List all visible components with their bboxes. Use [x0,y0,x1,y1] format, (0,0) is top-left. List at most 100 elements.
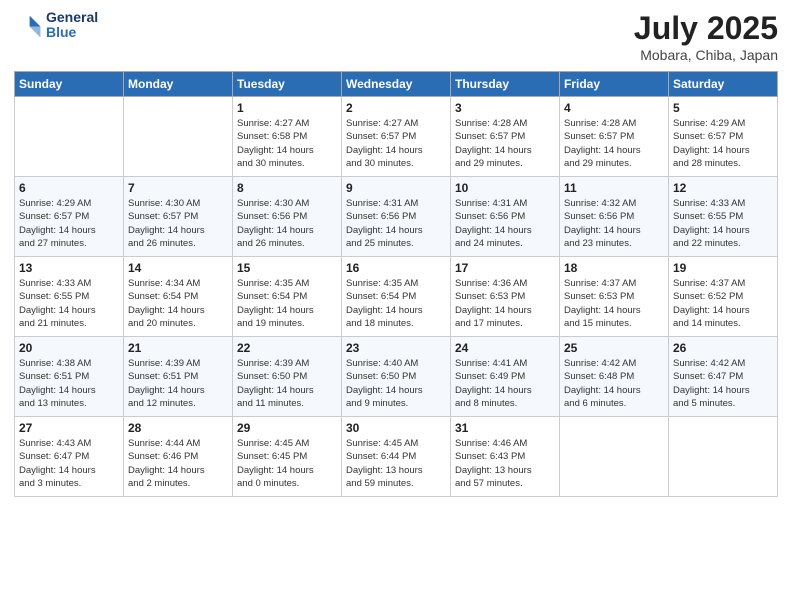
calendar-cell: 12Sunrise: 4:33 AM Sunset: 6:55 PM Dayli… [669,177,778,257]
calendar-cell: 10Sunrise: 4:31 AM Sunset: 6:56 PM Dayli… [451,177,560,257]
day-info: Sunrise: 4:36 AM Sunset: 6:53 PM Dayligh… [455,277,555,330]
weekday-sunday: Sunday [15,72,124,97]
calendar-cell: 23Sunrise: 4:40 AM Sunset: 6:50 PM Dayli… [342,337,451,417]
day-number: 5 [673,101,773,115]
calendar-cell: 29 Sunrise: 4:45 AM Sunset: 6:45 PM Dayli… [233,417,342,497]
day-info: Sunrise: 4:46 AM Sunset: 6:43 PM Dayligh… [455,437,555,490]
weekday-monday: Monday [124,72,233,97]
day-number: 15 [237,261,337,275]
day-info: Sunrise: 4:39 AM Sunset: 6:51 PM Dayligh… [128,357,228,410]
day-number: 14 [128,261,228,275]
day-number: 29 [237,421,337,435]
day-info: Sunrise: 4:30 AM Sunset: 6:57 PM Dayligh… [128,197,228,250]
calendar-cell: 20 Sunrise: 4:38 AM Sunset: 6:51 PM Dayli… [15,337,124,417]
calendar-cell: 16Sunrise: 4:35 AM Sunset: 6:54 PM Dayli… [342,257,451,337]
day-number: 19 [673,261,773,275]
logo-text: General Blue [46,10,98,41]
calendar-cell: 15 Sunrise: 4:35 AM Sunset: 6:54 PM Dayli… [233,257,342,337]
day-number: 6 [19,181,119,195]
week-row-5: 27 Sunrise: 4:43 AM Sunset: 6:47 PM Dayli… [15,417,778,497]
day-info: Sunrise: 4:39 AM Sunset: 6:50 PM Dayligh… [237,357,337,410]
weekday-header-row: SundayMondayTuesdayWednesdayThursdayFrid… [15,72,778,97]
day-info: Sunrise: 4:34 AM Sunset: 6:54 PM Dayligh… [128,277,228,330]
day-info: Sunrise: 4:35 AM Sunset: 6:54 PM Dayligh… [237,277,337,330]
calendar-cell: 8 Sunrise: 4:30 AM Sunset: 6:56 PM Daylig… [233,177,342,257]
calendar-cell: 24Sunrise: 4:41 AM Sunset: 6:49 PM Dayli… [451,337,560,417]
day-info: Sunrise: 4:30 AM Sunset: 6:56 PM Dayligh… [237,197,337,250]
day-info: Sunrise: 4:31 AM Sunset: 6:56 PM Dayligh… [455,197,555,250]
day-number: 13 [19,261,119,275]
title-block: July 2025 Mobara, Chiba, Japan [634,10,778,63]
calendar-cell [15,97,124,177]
day-number: 2 [346,101,446,115]
day-info: Sunrise: 4:27 AM Sunset: 6:58 PM Dayligh… [237,117,337,170]
day-number: 30 [346,421,446,435]
day-info: Sunrise: 4:43 AM Sunset: 6:47 PM Dayligh… [19,437,119,490]
day-number: 4 [564,101,664,115]
day-number: 26 [673,341,773,355]
calendar-cell [669,417,778,497]
day-number: 3 [455,101,555,115]
calendar-cell: 13 Sunrise: 4:33 AM Sunset: 6:55 PM Dayli… [15,257,124,337]
day-number: 8 [237,181,337,195]
day-info: Sunrise: 4:28 AM Sunset: 6:57 PM Dayligh… [564,117,664,170]
calendar-cell: 26 Sunrise: 4:42 AM Sunset: 6:47 PM Dayli… [669,337,778,417]
week-row-2: 6Sunrise: 4:29 AM Sunset: 6:57 PM Daylig… [15,177,778,257]
calendar-cell: 11Sunrise: 4:32 AM Sunset: 6:56 PM Dayli… [560,177,669,257]
week-row-3: 13 Sunrise: 4:33 AM Sunset: 6:55 PM Dayli… [15,257,778,337]
weekday-tuesday: Tuesday [233,72,342,97]
calendar-cell: 28 Sunrise: 4:44 AM Sunset: 6:46 PM Dayli… [124,417,233,497]
day-info: Sunrise: 4:29 AM Sunset: 6:57 PM Dayligh… [673,117,773,170]
calendar-cell: 1 Sunrise: 4:27 AM Sunset: 6:58 PM Daylig… [233,97,342,177]
day-info: Sunrise: 4:31 AM Sunset: 6:56 PM Dayligh… [346,197,446,250]
day-number: 24 [455,341,555,355]
week-row-1: 1 Sunrise: 4:27 AM Sunset: 6:58 PM Daylig… [15,97,778,177]
calendar-cell: 17Sunrise: 4:36 AM Sunset: 6:53 PM Dayli… [451,257,560,337]
logo-icon [14,11,42,39]
month-title: July 2025 [634,10,778,47]
day-info: Sunrise: 4:45 AM Sunset: 6:45 PM Dayligh… [237,437,337,490]
day-info: Sunrise: 4:38 AM Sunset: 6:51 PM Dayligh… [19,357,119,410]
day-number: 9 [346,181,446,195]
day-number: 22 [237,341,337,355]
weekday-friday: Friday [560,72,669,97]
day-info: Sunrise: 4:42 AM Sunset: 6:47 PM Dayligh… [673,357,773,410]
calendar-cell: 9 Sunrise: 4:31 AM Sunset: 6:56 PM Daylig… [342,177,451,257]
day-number: 11 [564,181,664,195]
calendar-cell: 25 Sunrise: 4:42 AM Sunset: 6:48 PM Dayli… [560,337,669,417]
day-info: Sunrise: 4:37 AM Sunset: 6:52 PM Dayligh… [673,277,773,330]
calendar-cell: 27 Sunrise: 4:43 AM Sunset: 6:47 PM Dayli… [15,417,124,497]
day-info: Sunrise: 4:37 AM Sunset: 6:53 PM Dayligh… [564,277,664,330]
weekday-wednesday: Wednesday [342,72,451,97]
day-number: 1 [237,101,337,115]
location-title: Mobara, Chiba, Japan [634,47,778,63]
day-number: 28 [128,421,228,435]
header: General Blue July 2025 Mobara, Chiba, Ja… [14,10,778,63]
day-number: 23 [346,341,446,355]
day-info: Sunrise: 4:44 AM Sunset: 6:46 PM Dayligh… [128,437,228,490]
weekday-thursday: Thursday [451,72,560,97]
day-number: 27 [19,421,119,435]
day-number: 16 [346,261,446,275]
page: General Blue July 2025 Mobara, Chiba, Ja… [0,0,792,612]
calendar-cell [124,97,233,177]
day-number: 18 [564,261,664,275]
calendar-cell [560,417,669,497]
day-number: 12 [673,181,773,195]
day-number: 25 [564,341,664,355]
calendar-cell: 18 Sunrise: 4:37 AM Sunset: 6:53 PM Dayli… [560,257,669,337]
week-row-4: 20 Sunrise: 4:38 AM Sunset: 6:51 PM Dayli… [15,337,778,417]
day-info: Sunrise: 4:28 AM Sunset: 6:57 PM Dayligh… [455,117,555,170]
day-info: Sunrise: 4:27 AM Sunset: 6:57 PM Dayligh… [346,117,446,170]
calendar-cell: 5 Sunrise: 4:29 AM Sunset: 6:57 PM Daylig… [669,97,778,177]
calendar-cell: 3 Sunrise: 4:28 AM Sunset: 6:57 PM Daylig… [451,97,560,177]
calendar-cell: 31Sunrise: 4:46 AM Sunset: 6:43 PM Dayli… [451,417,560,497]
calendar-table: SundayMondayTuesdayWednesdayThursdayFrid… [14,71,778,497]
day-number: 20 [19,341,119,355]
day-info: Sunrise: 4:42 AM Sunset: 6:48 PM Dayligh… [564,357,664,410]
day-number: 21 [128,341,228,355]
weekday-saturday: Saturday [669,72,778,97]
calendar-cell: 22 Sunrise: 4:39 AM Sunset: 6:50 PM Dayli… [233,337,342,417]
day-info: Sunrise: 4:33 AM Sunset: 6:55 PM Dayligh… [19,277,119,330]
calendar-cell: 6Sunrise: 4:29 AM Sunset: 6:57 PM Daylig… [15,177,124,257]
